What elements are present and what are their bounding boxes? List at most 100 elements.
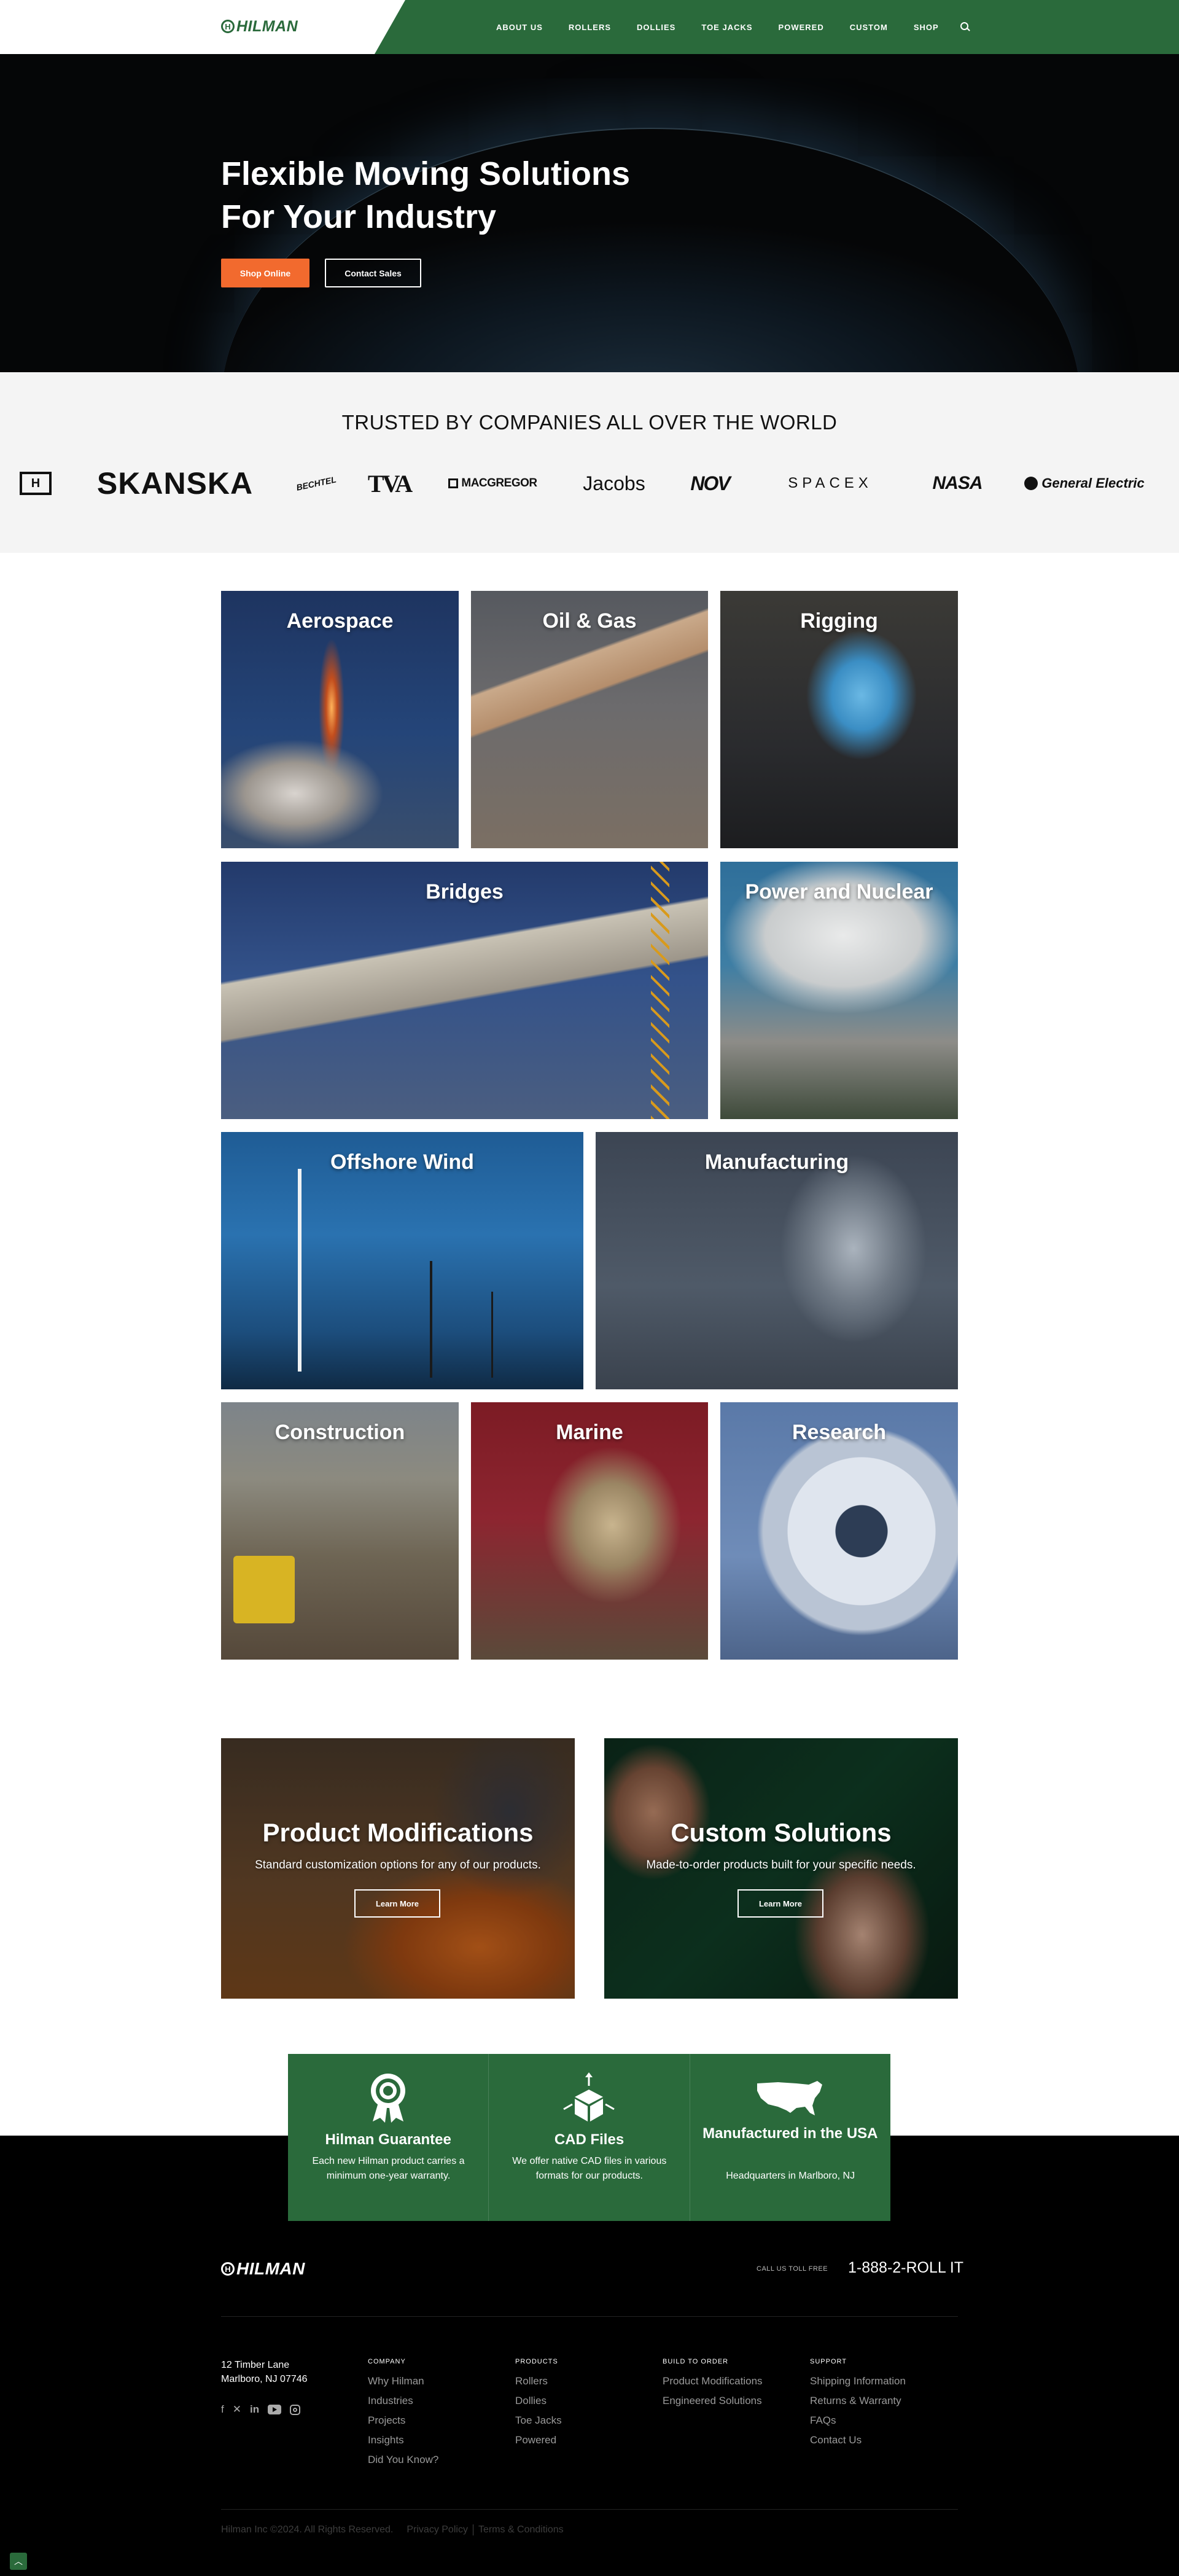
x-icon[interactable]: ✕ bbox=[233, 2403, 241, 2416]
industry-label: Rigging bbox=[800, 609, 878, 633]
footer-col-products: PRODUCTS Rollers Dollies Toe Jacks Power… bbox=[515, 2358, 562, 2450]
nav-custom[interactable]: CUSTOM bbox=[850, 23, 888, 32]
learn-more-button[interactable]: Learn More bbox=[737, 1889, 823, 1918]
industry-label: Offshore Wind bbox=[330, 1150, 474, 1174]
contact-sales-button[interactable]: Contact Sales bbox=[325, 259, 421, 287]
nov-logo: NOV bbox=[690, 472, 730, 494]
footer-link-dollies[interactable]: Dollies bbox=[515, 2391, 562, 2411]
nav-rollers[interactable]: ROLLERS bbox=[569, 23, 611, 32]
industry-label: Bridges bbox=[426, 880, 504, 904]
nav-shop[interactable]: SHOP bbox=[914, 23, 939, 32]
search-icon[interactable] bbox=[960, 21, 971, 33]
macgregor-logo: MACGREGOR bbox=[445, 463, 540, 504]
feature-title: Manufactured in the USA bbox=[702, 2125, 878, 2142]
footer-link-powered[interactable]: Powered bbox=[515, 2430, 562, 2450]
footer-link-rollers[interactable]: Rollers bbox=[515, 2371, 562, 2391]
nav-powered[interactable]: POWERED bbox=[779, 23, 824, 32]
industry-tile-offshore-wind[interactable]: Offshore Wind bbox=[221, 1132, 583, 1389]
industry-label: Aerospace bbox=[286, 609, 394, 633]
footer-col-heading: COMPANY bbox=[368, 2358, 406, 2365]
footer-col-company: COMPANY Why Hilman Industries Projects I… bbox=[368, 2358, 438, 2470]
industry-tile-power-nuclear[interactable]: Power and Nuclear bbox=[720, 862, 958, 1119]
social-links: f ✕ in bbox=[221, 2403, 301, 2416]
promo-custom-solutions[interactable]: Custom Solutions Made-to-order products … bbox=[604, 1738, 958, 1999]
footer-link-returns-warranty[interactable]: Returns & Warranty bbox=[810, 2391, 906, 2411]
usace-logo: H bbox=[18, 463, 53, 504]
logo-wordmark: HILMAN bbox=[236, 2259, 305, 2278]
nav-about-us[interactable]: ABOUT US bbox=[496, 23, 543, 32]
facebook-icon[interactable]: f bbox=[221, 2403, 224, 2416]
footer-divider bbox=[221, 2316, 958, 2317]
bechtel-logo: BECHTEL bbox=[295, 474, 338, 493]
footer-address: 12 Timber Lane Marlboro, NJ 07746 bbox=[221, 2358, 308, 2386]
industry-tile-aerospace[interactable]: Aerospace bbox=[221, 591, 459, 848]
footer-link-engineered-solutions[interactable]: Engineered Solutions bbox=[663, 2391, 763, 2411]
learn-more-button[interactable]: Learn More bbox=[354, 1889, 440, 1918]
address-line: 12 Timber Lane bbox=[221, 2360, 290, 2370]
footer-link-insights[interactable]: Insights bbox=[368, 2430, 438, 2450]
hero-section: Flexible Moving Solutions For Your Indus… bbox=[0, 54, 1179, 372]
feature-made-in-usa: Manufactured in the USA Headquarters in … bbox=[690, 2054, 890, 2221]
industry-tile-rigging[interactable]: Rigging bbox=[720, 591, 958, 848]
footer-col-heading: PRODUCTS bbox=[515, 2358, 558, 2365]
footer-link-shipping-information[interactable]: Shipping Information bbox=[810, 2371, 906, 2391]
feature-desc: Headquarters in Marlboro, NJ bbox=[726, 2171, 855, 2181]
feature-title: Hilman Guarantee bbox=[325, 2131, 451, 2148]
nav-toe-jacks[interactable]: TOE JACKS bbox=[701, 23, 752, 32]
site-header: H HILMAN ABOUT US ROLLERS DOLLIES TOE JA… bbox=[0, 0, 1179, 54]
wind-turbine-image bbox=[298, 1169, 302, 1372]
footer-link-industries[interactable]: Industries bbox=[368, 2391, 438, 2411]
industry-tile-oil-gas[interactable]: Oil & Gas bbox=[471, 591, 708, 848]
logo-mark-icon: H bbox=[221, 20, 235, 33]
youtube-icon[interactable] bbox=[268, 2403, 282, 2416]
instagram-icon[interactable] bbox=[290, 2403, 301, 2416]
excavator-image bbox=[233, 1556, 295, 1623]
promo-subtitle: Standard customization options for any o… bbox=[255, 1859, 541, 1872]
linkedin-icon[interactable]: in bbox=[250, 2403, 259, 2416]
industry-tile-marine[interactable]: Marine bbox=[471, 1402, 708, 1660]
hilman-logo[interactable]: H HILMAN bbox=[221, 17, 298, 36]
feature-highlights: Hilman Guarantee Each new Hilman product… bbox=[288, 2054, 890, 2221]
footer-link-did-you-know[interactable]: Did You Know? bbox=[368, 2450, 438, 2470]
feature-desc: Each new Hilman product carries a minimu… bbox=[312, 2156, 465, 2181]
footer-col-support: SUPPORT Shipping Information Returns & W… bbox=[810, 2358, 906, 2450]
footer-col-heading: BUILD TO ORDER bbox=[663, 2358, 729, 2365]
industry-label: Power and Nuclear bbox=[745, 880, 933, 904]
footer-link-product-modifications[interactable]: Product Modifications bbox=[663, 2371, 763, 2391]
industry-tile-construction[interactable]: Construction bbox=[221, 1402, 459, 1660]
shop-online-button[interactable]: Shop Online bbox=[221, 259, 309, 287]
promo-title: Product Modifications bbox=[262, 1818, 534, 1847]
chevron-up-icon[interactable]: ︿ bbox=[10, 2553, 27, 2570]
industry-tile-research[interactable]: Research bbox=[720, 1402, 958, 1660]
cube-download-icon bbox=[489, 2072, 689, 2123]
industry-label: Marine bbox=[556, 1421, 623, 1444]
trusted-title: TRUSTED BY COMPANIES ALL OVER THE WORLD bbox=[341, 411, 838, 434]
skanska-logo: SKANSKA bbox=[96, 466, 254, 501]
promo-title: Custom Solutions bbox=[671, 1818, 892, 1847]
hero-title-line2: For Your Industry bbox=[221, 198, 497, 235]
award-ribbon-icon bbox=[288, 2072, 488, 2123]
copyright-text: Hilman Inc ©2024. All Rights Reserved. bbox=[221, 2524, 394, 2535]
industry-tile-bridges[interactable]: Bridges bbox=[221, 862, 708, 1119]
terms-conditions-link[interactable]: Terms & Conditions bbox=[478, 2524, 564, 2535]
nasa-logo: NASA bbox=[932, 473, 982, 493]
nav-dollies[interactable]: DOLLIES bbox=[637, 23, 675, 32]
footer-link-why-hilman[interactable]: Why Hilman bbox=[368, 2371, 438, 2391]
footer-link-projects[interactable]: Projects bbox=[368, 2411, 438, 2430]
feature-guarantee: Hilman Guarantee Each new Hilman product… bbox=[288, 2054, 489, 2221]
phone-number-link[interactable]: 1-888-2-ROLL IT bbox=[848, 2259, 963, 2277]
logo-mark-icon: H bbox=[221, 2262, 235, 2276]
usa-map-icon bbox=[690, 2072, 890, 2123]
jacobs-logo: Jacobs bbox=[583, 472, 645, 494]
footer-link-faqs[interactable]: FAQs bbox=[810, 2411, 906, 2430]
industry-label: Manufacturing bbox=[704, 1150, 849, 1174]
footer-col-build-to-order: BUILD TO ORDER Product Modifications Eng… bbox=[663, 2358, 763, 2411]
promo-product-modifications[interactable]: Product Modifications Standard customiza… bbox=[221, 1738, 575, 1999]
footer-hilman-logo[interactable]: H HILMAN bbox=[221, 2259, 305, 2279]
industry-tile-manufacturing[interactable]: Manufacturing bbox=[596, 1132, 958, 1389]
footer-legal: Hilman Inc ©2024. All Rights Reserved. P… bbox=[221, 2524, 564, 2535]
footer-link-toe-jacks[interactable]: Toe Jacks bbox=[515, 2411, 562, 2430]
privacy-policy-link[interactable]: Privacy Policy bbox=[407, 2524, 468, 2535]
footer-link-contact-us[interactable]: Contact Us bbox=[810, 2430, 906, 2450]
hero-title: Flexible Moving Solutions For Your Indus… bbox=[221, 152, 712, 238]
